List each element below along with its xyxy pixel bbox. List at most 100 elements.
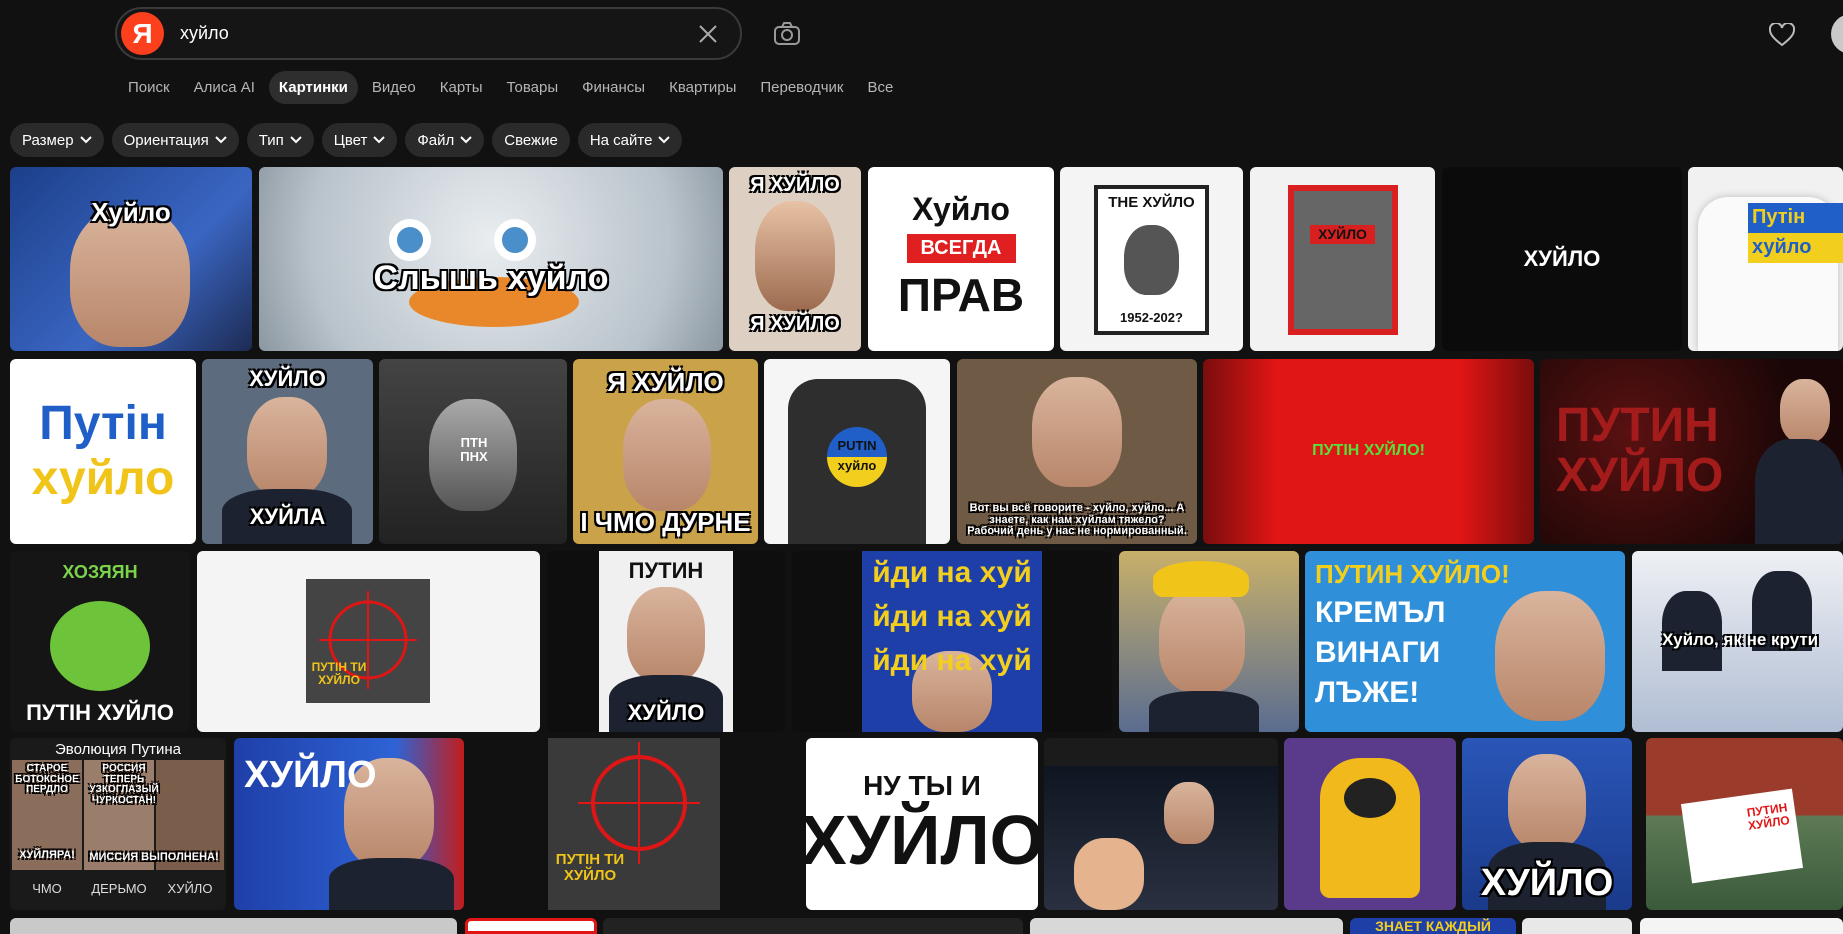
image-thumb — [1153, 561, 1249, 597]
image-thumb — [623, 399, 711, 511]
image-result[interactable] — [1119, 551, 1299, 732]
image-result[interactable] — [465, 918, 597, 934]
image-caption: ХУЙЛО — [1523, 246, 1601, 272]
image-thumb — [1164, 782, 1214, 844]
image-caption: ХУЙЛЯРА! — [19, 849, 75, 861]
image-caption: хуйло — [837, 458, 877, 473]
image-result[interactable]: Слышь хуйло — [259, 167, 723, 351]
image-thumb — [1124, 225, 1179, 295]
image-caption: Путін — [39, 397, 167, 451]
image-caption: ХУЙЛО — [1310, 225, 1375, 244]
image-caption: ХУЙЛО — [627, 699, 705, 725]
image-thumb — [1755, 439, 1843, 544]
image-caption: ХУЙЛО — [167, 881, 213, 896]
image-caption: Слышь хуйло — [373, 259, 609, 297]
image-caption: Эволюция Путина — [54, 741, 181, 758]
crosshair-icon — [578, 742, 700, 864]
image-result[interactable]: ПУТІН ХУЙЛО! — [1203, 359, 1534, 544]
image-caption: ХОЗЯЯН — [62, 562, 138, 582]
image-caption: МИССИЯ ВЫПОЛНЕНА! — [89, 851, 219, 863]
image-result[interactable]: ХУЙЛО ХУЙЛА — [202, 359, 373, 544]
image-caption: Хуйло — [91, 197, 171, 227]
image-caption: СТАРОЕ БОТОКСНОЕ ПЕРДЛО — [15, 763, 79, 795]
image-caption: ВСЕГДА — [906, 234, 1016, 264]
image-caption: Я ХУЙЛО — [750, 174, 840, 196]
image-thumb — [1344, 778, 1396, 818]
image-caption: хуйло — [31, 451, 175, 505]
image-caption: 1952-202? — [1120, 310, 1183, 326]
image-results-grid: Хуйло Слышь хуйло Я ХУЙЛО Я ХУЙЛО Хуйло … — [0, 0, 1843, 934]
image-result[interactable]: PUTIN хуйло — [764, 359, 950, 544]
image-caption: йди на хуй — [872, 556, 1032, 589]
image-result[interactable]: ХУЙЛО — [1250, 167, 1435, 351]
image-result[interactable]: ПУТИН ХУЙЛО! КРЕМЪЛ ВИНАГИ ЛЪЖЕ! — [1305, 551, 1625, 732]
image-thumb — [494, 219, 536, 261]
image-caption: Я ХУЙЛО — [607, 367, 724, 397]
image-caption: ХУЙЛО — [249, 366, 326, 391]
image-thumb — [1780, 379, 1830, 443]
image-result[interactable]: ХУЙЛО — [234, 738, 464, 910]
image-result[interactable]: ПУТІН ТИ ХУЙЛО — [197, 551, 540, 732]
image-thumb — [1159, 587, 1245, 693]
image-caption: ХУЙЛО — [806, 800, 1038, 879]
image-thumb — [247, 397, 327, 497]
image-result[interactable]: ПУТИН ХУЙЛО — [1540, 359, 1843, 544]
image-caption: ПУТІН ТИ ХУЙЛО — [311, 660, 367, 687]
image-caption: НУ ТЫ И — [863, 769, 981, 801]
image-caption: ПУТИН ХУЙЛО — [1556, 399, 1724, 503]
image-caption: ПРАВ — [897, 269, 1025, 322]
image-result[interactable]: Вот вы всё говорите - хуйло, хуйло... А … — [957, 359, 1197, 544]
image-result[interactable]: ХУЙЛО — [1442, 167, 1682, 351]
image-result[interactable]: ХОЗЯЯН ПУТІН ХУЙЛО — [10, 551, 190, 732]
image-result[interactable]: Путін хуйло — [1688, 167, 1843, 351]
image-thumb — [329, 858, 454, 910]
image-result[interactable]: ПУТИН ХУЙЛО — [1646, 738, 1843, 910]
image-caption: ЧМО — [32, 881, 62, 896]
image-result[interactable]: THE ХУЙЛО 1952-202? — [1060, 167, 1243, 351]
image-thumb — [1074, 838, 1144, 910]
image-result[interactable]: Хуйло — [10, 167, 252, 351]
image-caption: ХУЙЛО — [244, 754, 377, 796]
image-caption: ХУЙЛА — [249, 503, 326, 529]
image-result[interactable]: ХУЙЛО — [1462, 738, 1632, 910]
image-caption: ПУТІН ХУЙЛО! — [1312, 442, 1425, 460]
image-result[interactable] — [603, 918, 1023, 934]
image-caption: Путін — [1752, 206, 1806, 228]
image-result[interactable] — [10, 918, 457, 934]
image-thumb — [1288, 185, 1398, 335]
image-caption: І ЧМО ДУРНЕ — [580, 506, 751, 537]
image-result[interactable]: Хуйло, як не крути — [1632, 551, 1843, 732]
image-caption: Хуйло — [912, 190, 1010, 227]
image-caption: PUTIN — [837, 438, 877, 453]
image-result[interactable]: Путін хуйло — [10, 359, 196, 544]
image-thumb — [627, 587, 705, 683]
image-caption: ДЕРЬМО — [91, 881, 147, 896]
image-result[interactable] — [1284, 738, 1456, 910]
image-thumb — [389, 219, 431, 261]
image-caption: ПУТІН ТИ ХУЙЛО — [555, 851, 625, 884]
image-result[interactable]: Я ХУЙЛО Я ХУЙЛО — [729, 167, 861, 351]
image-caption: йди на хуй — [872, 600, 1032, 633]
image-result[interactable]: Я ХУЙЛО І ЧМО ДУРНЕ — [573, 359, 758, 544]
image-result[interactable] — [1640, 918, 1843, 934]
image-thumb — [50, 601, 150, 691]
image-caption: йди на хуй — [872, 644, 1032, 677]
image-result[interactable]: НУ ТЫ И ХУЙЛО — [806, 738, 1038, 910]
image-result[interactable]: йди на хуй йди на хуй йди на хуй — [792, 551, 1112, 732]
image-result[interactable]: ЗНАЕТ КАЖДЫЙ — [1350, 918, 1516, 934]
image-result[interactable] — [1522, 918, 1632, 934]
image-thumb — [1032, 377, 1122, 487]
image-result[interactable] — [1044, 738, 1278, 910]
image-thumb — [1508, 754, 1586, 850]
image-result[interactable]: Эволюция Путина СТАРОЕ БОТОКСНОЕ ПЕРДЛО … — [10, 738, 226, 910]
image-caption: ПУТИН — [628, 558, 704, 583]
image-result[interactable]: Хуйло ВСЕГДА ПРАВ — [868, 167, 1054, 351]
image-result[interactable] — [1030, 918, 1343, 934]
image-result[interactable]: ПУТИН ХУЙЛО — [547, 551, 785, 732]
image-caption: РОССИЯ ТЕПЕРЬ УЗКОГЛАЗЫЙ ЧУРКОСТАН! — [89, 763, 159, 806]
image-caption: ВИНАГИ — [1315, 636, 1441, 669]
image-caption: хуйло — [1752, 236, 1812, 258]
image-thumb — [755, 201, 835, 311]
image-result[interactable]: ПТН ПНХ — [379, 359, 567, 544]
image-result[interactable]: ПУТІН ТИ ХУЙЛО — [470, 738, 800, 910]
